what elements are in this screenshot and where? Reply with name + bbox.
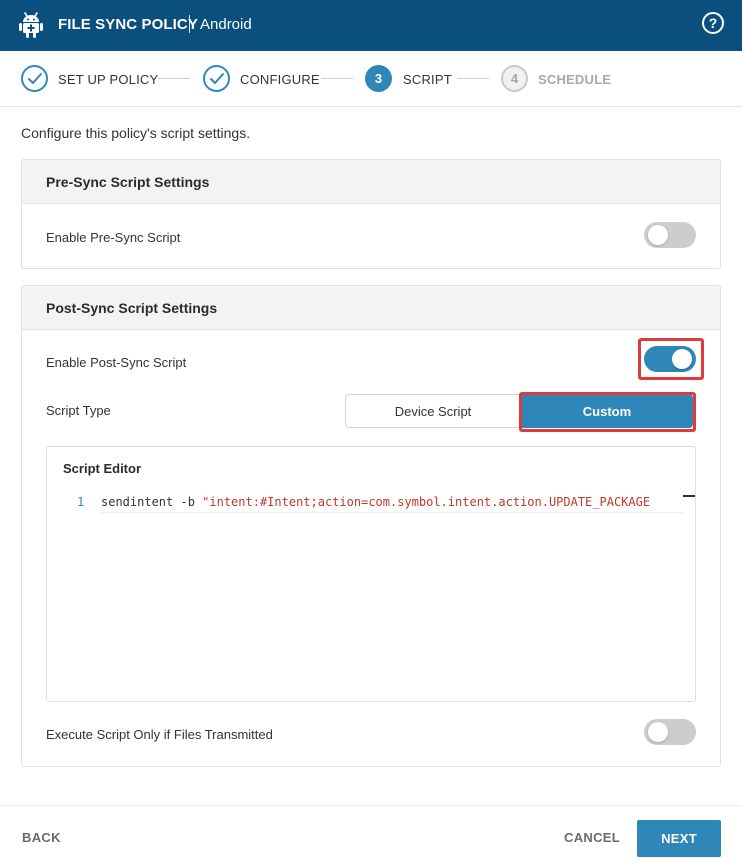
step-connector xyxy=(158,78,190,79)
step-connector xyxy=(457,78,489,79)
post-sync-title: Post-Sync Script Settings xyxy=(22,286,720,330)
help-icon[interactable]: ? xyxy=(702,12,724,34)
platform-label: Android xyxy=(200,16,252,33)
footer-bar: BACK CANCEL NEXT xyxy=(0,805,742,863)
enable-pre-sync-toggle[interactable] xyxy=(644,222,696,248)
code-line[interactable]: 1 sendintent -b "intent:#Intent;action=c… xyxy=(47,491,695,513)
next-button[interactable]: NEXT xyxy=(637,820,721,857)
step-connector xyxy=(321,78,353,79)
device-script-option[interactable]: Device Script xyxy=(345,394,521,428)
app-header: FILE SYNC POLICY Android ? xyxy=(0,0,742,51)
script-type-label: Script Type xyxy=(46,403,111,418)
code-command: sendintent -b xyxy=(101,495,203,509)
step-4-label: SCHEDULE xyxy=(538,72,612,87)
line-underline xyxy=(101,512,683,513)
execute-only-label: Execute Script Only if Files Transmitted xyxy=(46,727,273,742)
pre-sync-panel: Pre-Sync Script Settings Enable Pre-Sync… xyxy=(21,159,721,269)
line-number: 1 xyxy=(77,495,85,509)
overflow-cursor xyxy=(683,495,695,497)
page-title: FILE SYNC POLICY xyxy=(58,16,198,33)
script-editor[interactable]: Script Editor 1 sendintent -b "intent:#I… xyxy=(46,446,696,702)
toggle-knob xyxy=(648,225,668,245)
step-2-check-icon[interactable] xyxy=(203,65,230,92)
android-icon xyxy=(19,12,43,38)
enable-post-sync-toggle[interactable] xyxy=(644,346,696,372)
enable-pre-sync-label: Enable Pre-Sync Script xyxy=(46,230,181,245)
back-button[interactable]: BACK xyxy=(22,830,61,845)
title-separator xyxy=(189,15,190,33)
enable-post-sync-label: Enable Post-Sync Script xyxy=(46,355,187,370)
code-text[interactable]: sendintent -b "intent:#Intent;action=com… xyxy=(101,495,681,509)
script-editor-title: Script Editor xyxy=(63,461,142,476)
toggle-knob xyxy=(672,349,692,369)
wizard-stepper: SET UP POLICY CONFIGURE 3 SCRIPT 4 SCHED… xyxy=(0,51,742,107)
step-1-label[interactable]: SET UP POLICY xyxy=(58,72,158,87)
toggle-knob xyxy=(648,722,668,742)
code-string: "intent:#Intent;action=com.symbol.intent… xyxy=(202,495,651,509)
step-4-number: 4 xyxy=(501,65,528,92)
intro-text: Configure this policy's script settings. xyxy=(21,125,251,141)
highlight-box xyxy=(519,392,696,432)
step-3-number[interactable]: 3 xyxy=(365,65,392,92)
execute-only-toggle[interactable] xyxy=(644,719,696,745)
step-1-check-icon[interactable] xyxy=(21,65,48,92)
step-3-label[interactable]: SCRIPT xyxy=(403,72,452,87)
post-sync-panel: Post-Sync Script Settings Enable Post-Sy… xyxy=(21,285,721,767)
step-2-label[interactable]: CONFIGURE xyxy=(240,72,320,87)
pre-sync-title: Pre-Sync Script Settings xyxy=(22,160,720,204)
cancel-button[interactable]: CANCEL xyxy=(564,830,620,845)
